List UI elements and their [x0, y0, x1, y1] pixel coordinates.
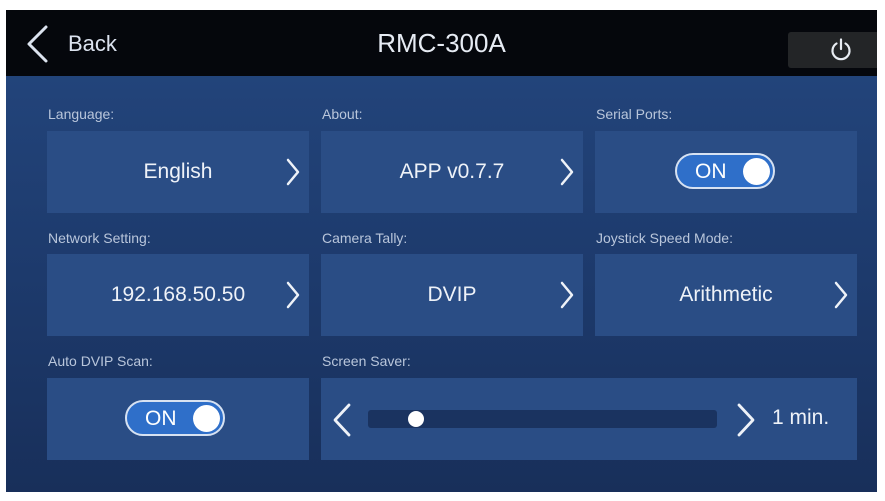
toggle-knob	[193, 405, 220, 432]
camera-tally-value: DVIP	[427, 283, 477, 306]
screen-saver-panel: 1 min.	[321, 378, 857, 460]
page-title: RMC-300A	[377, 28, 506, 58]
camera-tally-label: Camera Tally:	[322, 230, 408, 246]
language-selector[interactable]: English	[47, 131, 309, 213]
auto-dvip-scan-panel: ON	[47, 378, 309, 460]
chevron-left-icon[interactable]	[331, 402, 353, 438]
network-setting-value: 192.168.50.50	[110, 283, 246, 306]
screen-saver-value: 1 min.	[772, 406, 830, 429]
chevron-right-icon	[560, 158, 574, 186]
about-label: About:	[322, 106, 363, 122]
camera-tally-selector[interactable]: DVIP	[321, 254, 583, 336]
joystick-speed-selector[interactable]: Arithmetic	[595, 254, 857, 336]
about-value: APP v0.7.7	[399, 160, 505, 183]
top-bar: Back RMC-300A	[6, 10, 877, 76]
screen-saver-label: Screen Saver:	[322, 353, 411, 369]
power-button[interactable]	[788, 32, 877, 68]
chevron-right-icon	[560, 281, 574, 309]
network-setting-label: Network Setting:	[48, 230, 151, 246]
language-value: English	[143, 160, 213, 183]
auto-dvip-toggle-text: ON	[145, 407, 177, 430]
power-icon	[831, 38, 851, 61]
language-label: Language:	[48, 106, 115, 122]
auto-dvip-scan-toggle[interactable]: ON	[125, 400, 225, 436]
chevron-right-icon	[286, 158, 300, 186]
chevron-right-icon	[834, 281, 848, 309]
chevron-right-icon	[286, 281, 300, 309]
serial-ports-toggle-text: ON	[695, 160, 727, 183]
screen-saver-slider[interactable]	[368, 410, 717, 428]
auto-dvip-scan-label: Auto DVIP Scan:	[48, 353, 153, 369]
joystick-speed-value: Arithmetic	[679, 283, 773, 306]
settings-screen: Back RMC-300A Language: About: Serial Po…	[6, 10, 877, 492]
serial-ports-panel: ON	[595, 131, 857, 213]
serial-ports-toggle[interactable]: ON	[675, 153, 775, 189]
serial-ports-label: Serial Ports:	[596, 106, 673, 122]
toggle-knob	[743, 158, 770, 185]
chevron-right-icon[interactable]	[735, 402, 757, 438]
joystick-speed-label: Joystick Speed Mode:	[596, 230, 733, 246]
slider-knob[interactable]	[408, 411, 424, 427]
about-selector[interactable]: APP v0.7.7	[321, 131, 583, 213]
network-setting-selector[interactable]: 192.168.50.50	[47, 254, 309, 336]
